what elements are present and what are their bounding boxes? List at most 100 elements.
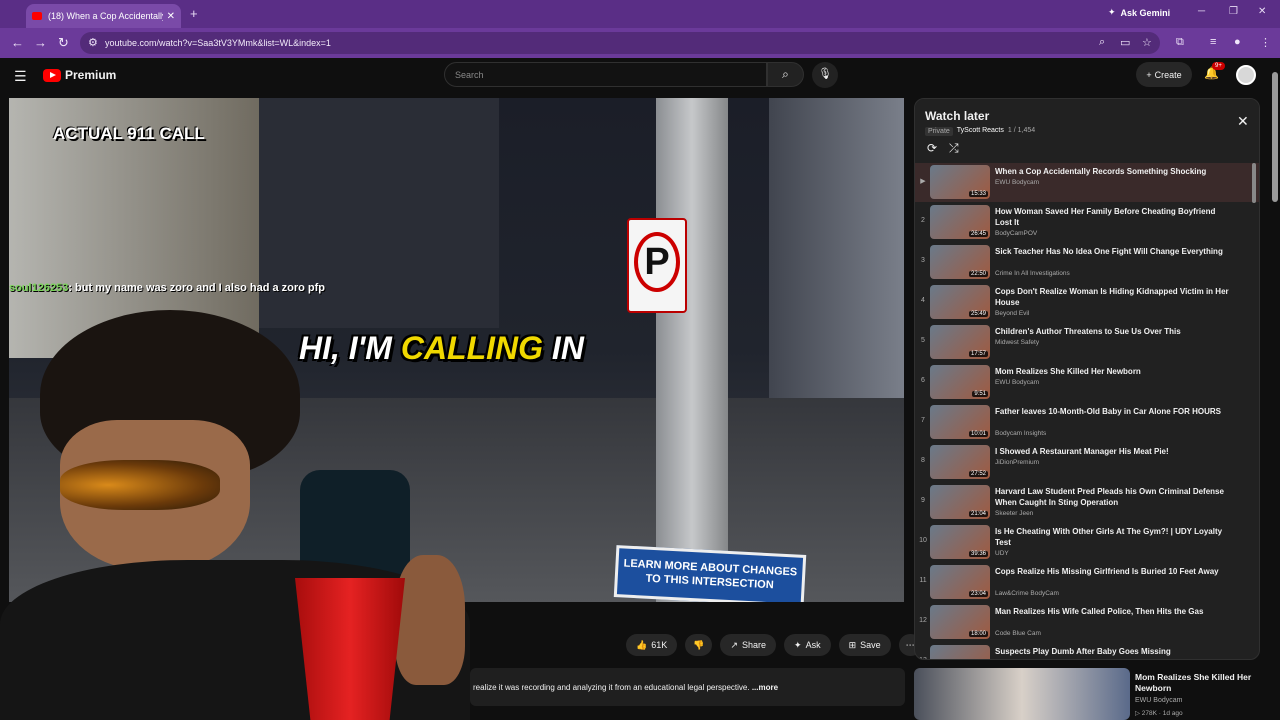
gemini-icon: ✦ xyxy=(1108,7,1116,17)
playlist-item-title[interactable]: How Woman Saved Her Family Before Cheati… xyxy=(995,206,1231,228)
video-thumbnail[interactable] xyxy=(930,645,990,659)
video-thumbnail[interactable]: 26:45 xyxy=(930,205,990,239)
video-thumbnail[interactable]: 23:04 xyxy=(930,565,990,599)
video-thumbnail[interactable]: 22:50 xyxy=(930,245,990,279)
video-thumbnail[interactable]: 25:49 xyxy=(930,285,990,319)
extensions-icon[interactable]: ⧉ xyxy=(1176,36,1184,49)
playlist-item-title[interactable]: Sick Teacher Has No Idea One Fight Will … xyxy=(995,246,1231,257)
duration-badge: 21:04 xyxy=(968,511,988,517)
reload-icon[interactable]: ↻ xyxy=(58,35,69,51)
playlist-item[interactable]: 7 10:01 Father leaves 10-Month-Old Baby in… xyxy=(915,403,1259,442)
zoom-icon[interactable]: ⌕ xyxy=(1099,36,1105,49)
playlist-item[interactable]: 6 9:51 Mom Realizes She Killed Her Newborn… xyxy=(915,363,1259,402)
playlist-item-title[interactable]: When a Cop Accidentally Records Somethin… xyxy=(995,166,1231,177)
sidebar-icon[interactable]: ≡ xyxy=(1210,36,1216,48)
youtube-logo[interactable]: Premium xyxy=(43,68,116,82)
mini-video-meta: ▷ 278K · 1d ago xyxy=(1135,710,1183,717)
video-description[interactable]: realize it was recording and analyzing i… xyxy=(470,668,905,706)
intersection-sign: LEARN MORE ABOUT CHANGES TO THIS INTERSE… xyxy=(613,545,807,602)
mini-video-thumbnail[interactable] xyxy=(914,668,1130,720)
video-thumbnail[interactable]: 39:36 xyxy=(930,525,990,559)
browser-menu-icon[interactable]: ⋮ xyxy=(1260,36,1271,49)
profile-icon[interactable]: ● xyxy=(1234,36,1241,48)
playlist-owner[interactable]: TyScott Reacts xyxy=(957,127,1004,136)
close-playlist-icon[interactable]: ✕ xyxy=(1237,113,1249,130)
playlist-item[interactable]: 2 26:45 How Woman Saved Her Family Before … xyxy=(915,203,1259,242)
browser-tab[interactable]: (18) When a Cop Accidentally R ✕ xyxy=(26,4,181,28)
ask-button[interactable]: ✦ Ask xyxy=(784,634,831,656)
playlist-index: 12 xyxy=(919,617,927,624)
share-button[interactable]: ↗ Share xyxy=(720,634,777,656)
mini-video-title[interactable]: Mom Realizes She Killed Her Newborn xyxy=(1135,672,1265,694)
playlist-scrollbar[interactable] xyxy=(1252,163,1256,203)
playlist-item[interactable]: 9 21:04 Harvard Law Student Pred Pleads hi… xyxy=(915,483,1259,522)
create-button[interactable]: + Create xyxy=(1136,62,1192,87)
site-info-icon[interactable]: ⚙ xyxy=(88,36,98,49)
playlist-item[interactable]: 13 Suspects Play Dumb After Baby Goes Mis… xyxy=(915,643,1259,659)
search-button[interactable]: ⌕ xyxy=(767,62,804,87)
playlist-item[interactable]: 10 39:36 Is He Cheating With Other Girls A… xyxy=(915,523,1259,562)
playlist-item-channel: Midwest Safety xyxy=(995,339,1040,346)
cast-icon[interactable]: ▭ xyxy=(1120,36,1130,49)
avatar[interactable] xyxy=(1236,65,1256,85)
search-icon: ⌕ xyxy=(782,67,789,81)
video-thumbnail[interactable]: 21:04 xyxy=(930,485,990,519)
thumbs-up-icon: 👍 xyxy=(636,639,648,650)
mic-icon: 🎙 xyxy=(818,68,832,80)
playlist-index: 13 xyxy=(918,657,928,659)
page-scrollbar-thumb[interactable] xyxy=(1272,72,1278,202)
video-thumbnail[interactable]: 9:51 xyxy=(930,365,990,399)
playlist-item[interactable]: 11 23:04 Cops Realize His Missing Girlfrie… xyxy=(915,563,1259,602)
close-window-icon[interactable]: ✕ xyxy=(1258,6,1266,17)
playlist-item-title[interactable]: Suspects Play Dumb After Baby Goes Missi… xyxy=(995,646,1231,657)
video-thumbnail[interactable]: 27:52 xyxy=(930,445,990,479)
save-button[interactable]: ⊞ Save xyxy=(838,634,891,656)
playlist-item-title[interactable]: Man Realizes His Wife Called Police, The… xyxy=(995,606,1231,617)
playlist-index: 8 xyxy=(921,457,925,464)
video-thumbnail[interactable]: 18:00 xyxy=(930,605,990,639)
mini-video-channel[interactable]: EWU Bodycam xyxy=(1135,697,1182,704)
playlist-item[interactable]: 5 17:57 Children's Author Threatens to Sue… xyxy=(915,323,1259,362)
video-thumbnail[interactable]: 10:01 xyxy=(930,405,990,439)
close-tab-icon[interactable]: ✕ xyxy=(167,11,175,22)
dislike-button[interactable]: 👎 xyxy=(685,634,713,656)
youtube-masthead: ☰ Premium Search ⌕ 🎙 + Create 🔔 9+ xyxy=(0,58,1280,94)
playlist-item-title[interactable]: Cops Don't Realize Woman Is Hiding Kidna… xyxy=(995,286,1231,308)
search-input[interactable]: Search xyxy=(444,62,767,87)
playlist-item-title[interactable]: Harvard Law Student Pred Pleads his Own … xyxy=(995,486,1231,508)
maximize-icon[interactable]: ❐ xyxy=(1229,6,1238,17)
back-icon[interactable]: ← xyxy=(11,35,24,50)
new-tab-button[interactable]: + xyxy=(190,6,198,21)
forward-icon[interactable]: → xyxy=(34,35,47,50)
video-caption-main: HI, I'M CALLING IN xyxy=(299,330,584,367)
playlist-item-title[interactable]: Children's Author Threatens to Sue Us Ov… xyxy=(995,326,1231,337)
playlist-header: Watch later Private TyScott Reacts 1 / 1… xyxy=(915,99,1259,161)
playlist-item-channel: UDY xyxy=(995,550,1009,557)
playlist-item-title[interactable]: Father leaves 10-Month-Old Baby in Car A… xyxy=(995,406,1231,417)
playlist-item-title[interactable]: Mom Realizes She Killed Her Newborn xyxy=(995,366,1231,377)
playlist-item[interactable]: 3 22:50 Sick Teacher Has No Idea One Fight… xyxy=(915,243,1259,282)
playlist-item[interactable]: 4 25:49 Cops Don't Realize Woman Is Hiding… xyxy=(915,283,1259,322)
video-thumbnail[interactable]: 15:33 xyxy=(930,165,990,199)
description-more-link[interactable]: ...more xyxy=(752,683,778,692)
bookmark-star-icon[interactable]: ☆ xyxy=(1142,36,1152,49)
minimize-icon[interactable]: ─ xyxy=(1198,6,1205,17)
voice-search-button[interactable]: 🎙 xyxy=(812,62,838,88)
like-button[interactable]: 👍 61K xyxy=(626,634,678,656)
playlist-item-title[interactable]: Is He Cheating With Other Girls At The G… xyxy=(995,526,1231,548)
playlist-title[interactable]: Watch later xyxy=(925,109,989,123)
page-scrollbar[interactable] xyxy=(1270,60,1280,720)
playlist-index: 7 xyxy=(921,417,925,424)
playlist-item[interactable]: 12 18:00 Man Realizes His Wife Called Poli… xyxy=(915,603,1259,642)
loop-icon[interactable]: ⟳ xyxy=(927,141,937,155)
hamburger-menu-icon[interactable]: ☰ xyxy=(14,68,27,85)
shuffle-icon[interactable]: ⤮ xyxy=(949,141,959,156)
ask-gemini-button[interactable]: ✦ Ask Gemini xyxy=(1108,7,1170,18)
playlist-item-title[interactable]: I Showed A Restaurant Manager His Meat P… xyxy=(995,446,1231,457)
playlist-item[interactable]: 8 27:52 I Showed A Restaurant Manager His … xyxy=(915,443,1259,482)
playlist-item[interactable]: ▶ 15:33 When a Cop Accidentally Records So… xyxy=(915,163,1259,202)
youtube-play-icon xyxy=(43,68,61,82)
url-field[interactable]: youtube.com/watch?v=Saa3tV3YMmk&list=WL&… xyxy=(80,32,1160,54)
video-thumbnail[interactable]: 17:57 xyxy=(930,325,990,359)
playlist-item-title[interactable]: Cops Realize His Missing Girlfriend Is B… xyxy=(995,566,1231,577)
